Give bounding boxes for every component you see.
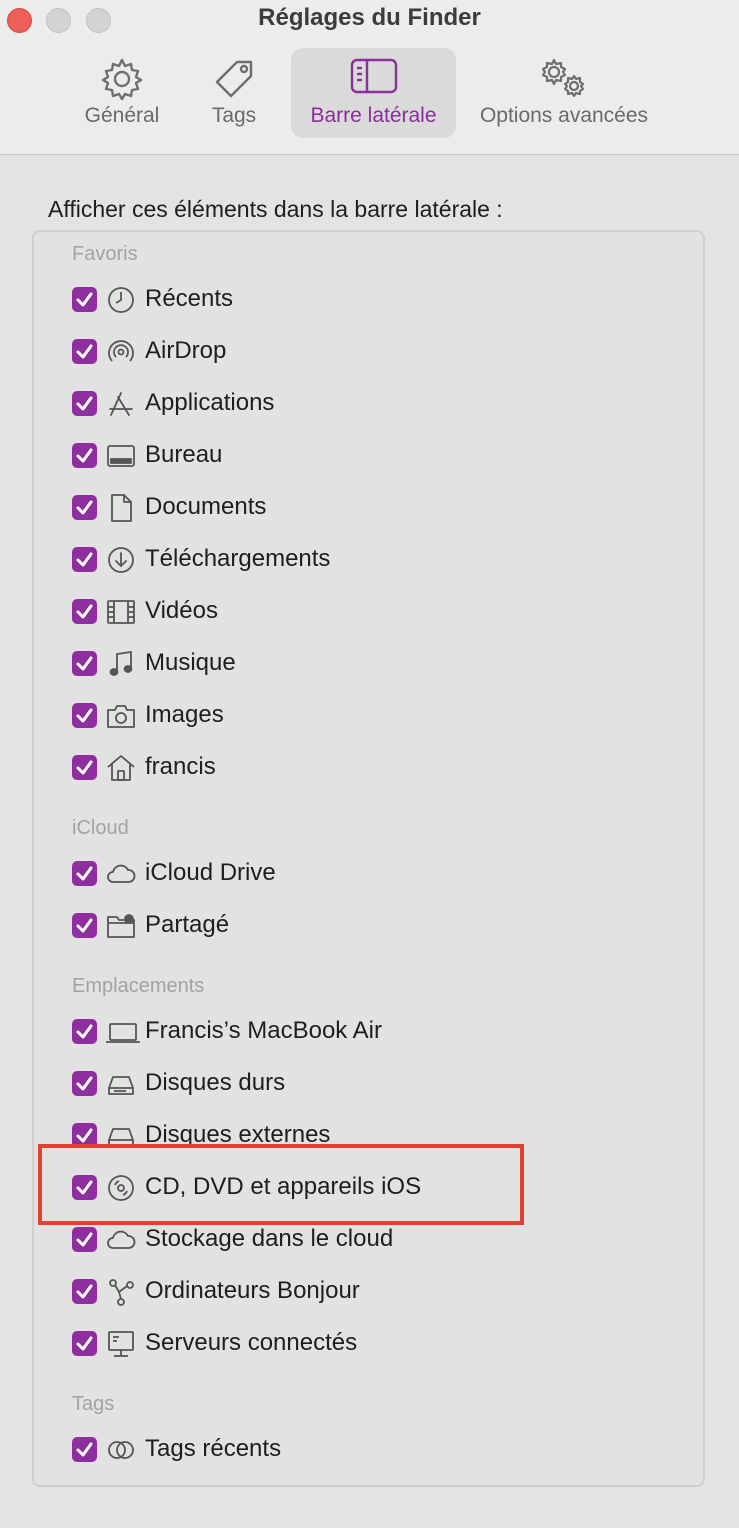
sidebar-icon — [350, 56, 398, 102]
tab-sidebar[interactable]: Barre latérale — [291, 48, 456, 138]
group-title-favoris: Favoris — [72, 243, 138, 265]
music-note-icon — [105, 648, 137, 680]
list-item-label: Stockage dans le cloud — [145, 1225, 394, 1252]
checkbox[interactable] — [72, 1071, 97, 1096]
list-item[interactable]: Bureau — [72, 436, 672, 476]
cloud-icon — [105, 1224, 137, 1256]
tab-advanced[interactable]: Options avancées — [466, 48, 662, 138]
list-item-label: Récents — [145, 285, 234, 312]
list-item[interactable]: Stockage dans le cloud — [72, 1220, 672, 1260]
checkbox[interactable] — [72, 1227, 97, 1252]
checkbox[interactable] — [72, 913, 97, 938]
list-item-label: AirDrop — [145, 337, 227, 364]
list-item[interactable]: Serveurs connectés — [72, 1324, 672, 1364]
clock-icon — [105, 284, 137, 316]
bonjour-icon — [105, 1276, 137, 1308]
tags-circles-icon — [105, 1434, 137, 1466]
list-item[interactable]: CD, DVD et appareils iOS — [72, 1168, 672, 1208]
checkbox[interactable] — [72, 651, 97, 676]
group-title-emplacements: Emplacements — [72, 975, 205, 997]
checkbox[interactable] — [72, 547, 97, 572]
group-title-tags: Tags — [72, 1393, 115, 1415]
finder-settings-window: Réglages du Finder Général Tags Barre la… — [0, 0, 739, 1528]
checkbox[interactable] — [72, 391, 97, 416]
list-item-label: Disques durs — [145, 1069, 286, 1096]
list-item[interactable]: iCloud Drive — [72, 854, 672, 894]
checkbox[interactable] — [72, 703, 97, 728]
list-item[interactable]: Disques durs — [72, 1064, 672, 1104]
checkbox[interactable] — [72, 443, 97, 468]
list-item-label: Téléchargements — [145, 545, 331, 572]
download-icon — [105, 544, 137, 576]
list-item-label: Documents — [145, 493, 267, 520]
list-item[interactable]: Tags récents — [72, 1430, 672, 1470]
airdrop-icon — [105, 336, 137, 368]
checkbox[interactable] — [72, 1331, 97, 1356]
list-item-label: francis — [145, 753, 216, 780]
checkbox[interactable] — [72, 339, 97, 364]
gear-icon — [99, 56, 145, 108]
window-title: Réglages du Finder — [258, 4, 481, 31]
checkbox[interactable] — [72, 495, 97, 520]
applications-icon — [105, 388, 137, 420]
list-item[interactable]: francis — [72, 748, 672, 788]
section-heading: Afficher ces éléments dans la barre laté… — [48, 196, 503, 222]
list-item[interactable]: Vidéos — [72, 592, 672, 632]
film-icon — [105, 596, 137, 628]
list-item[interactable]: Documents — [72, 488, 672, 528]
list-item[interactable]: Téléchargements — [72, 540, 672, 580]
tab-tags[interactable]: Tags — [190, 48, 278, 138]
tab-label: Général — [84, 104, 160, 127]
hard-drive-icon — [105, 1068, 137, 1100]
group-title-icloud: iCloud — [72, 817, 129, 839]
home-icon — [105, 752, 137, 784]
shared-folder-icon — [105, 910, 137, 942]
document-icon — [105, 492, 137, 524]
tab-label: Tags — [211, 104, 257, 127]
checkbox[interactable] — [72, 287, 97, 312]
checkbox[interactable] — [72, 1279, 97, 1304]
list-item-label: Musique — [145, 649, 236, 676]
list-item[interactable]: Francis’s MacBook Air — [72, 1012, 672, 1052]
list-item-label: Bureau — [145, 441, 223, 468]
list-item-label: Ordinateurs Bonjour — [145, 1277, 360, 1304]
tab-general[interactable]: Général — [72, 48, 172, 138]
checkbox[interactable] — [72, 599, 97, 624]
checkbox[interactable] — [72, 755, 97, 780]
list-item-label: Partagé — [145, 911, 230, 938]
gears-icon — [534, 56, 594, 108]
tag-icon — [211, 56, 257, 108]
toolbar: Réglages du Finder Général Tags Barre la… — [0, 0, 739, 155]
list-item-label: Images — [145, 701, 224, 728]
list-item-label: Francis’s MacBook Air — [145, 1017, 382, 1044]
cloud-icon — [105, 858, 137, 890]
checkbox[interactable] — [72, 1019, 97, 1044]
list-item-label: Serveurs connectés — [145, 1329, 358, 1356]
list-item-label: iCloud Drive — [145, 859, 276, 886]
list-item[interactable]: Applications — [72, 384, 672, 424]
server-icon — [105, 1328, 137, 1360]
disc-icon — [105, 1172, 137, 1204]
tab-label: Barre latérale — [310, 104, 437, 127]
list-item[interactable]: Ordinateurs Bonjour — [72, 1272, 672, 1312]
laptop-icon — [105, 1016, 140, 1048]
list-item[interactable]: Images — [72, 696, 672, 736]
list-item-label: Applications — [145, 389, 275, 416]
list-item-label: CD, DVD et appareils iOS — [145, 1173, 422, 1200]
list-item[interactable]: Musique — [72, 644, 672, 684]
desktop-icon — [105, 440, 137, 472]
list-item-label: Vidéos — [145, 597, 218, 624]
list-item[interactable]: Récents — [72, 280, 672, 320]
list-item[interactable]: AirDrop — [72, 332, 672, 372]
checkbox[interactable] — [72, 1437, 97, 1462]
tab-label: Options avancées — [479, 104, 649, 127]
checkbox[interactable] — [72, 861, 97, 886]
list-item-label: Tags récents — [145, 1435, 282, 1462]
camera-icon — [105, 700, 137, 732]
list-item[interactable]: Partagé — [72, 906, 672, 946]
checkbox[interactable] — [72, 1175, 97, 1200]
